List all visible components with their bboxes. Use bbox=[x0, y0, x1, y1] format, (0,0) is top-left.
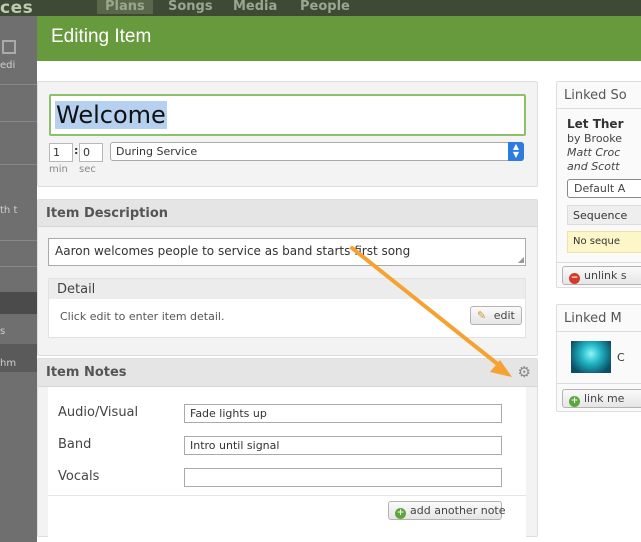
background-fragment: s bbox=[0, 326, 6, 337]
plus-icon: + bbox=[395, 508, 406, 519]
item-description-title: Item Description bbox=[46, 206, 169, 221]
edit-detail-label: edit bbox=[493, 309, 515, 322]
background-divider bbox=[0, 266, 37, 267]
linked-media-footer-divider bbox=[557, 383, 641, 384]
note-label-band: Band bbox=[58, 437, 92, 452]
modal-title: Editing Item bbox=[51, 26, 152, 47]
item-notes-title: Item Notes bbox=[46, 365, 127, 380]
select-arrows-icon: ▲ ▼ bbox=[508, 142, 524, 161]
detail-header: Detail bbox=[49, 279, 525, 299]
background-sidebar: edi th t s hm bbox=[0, 16, 37, 542]
detail-title: Detail bbox=[57, 282, 96, 297]
item-description-textarea[interactable]: Aaron welcomes people to service as band… bbox=[48, 238, 526, 266]
background-fragment: hm bbox=[0, 358, 17, 369]
pencil-icon: ✎ bbox=[477, 309, 487, 322]
length-seconds-input[interactable]: 0 bbox=[79, 143, 103, 162]
arrangement-select[interactable]: Default A bbox=[567, 179, 641, 198]
item-title-input[interactable]: Welcome bbox=[49, 94, 526, 136]
nav-plans[interactable]: Plans bbox=[97, 0, 153, 14]
resize-grip-icon[interactable]: ◢ bbox=[518, 255, 524, 264]
editing-item-modal: Editing Item Welcome 1 : 0 min sec Durin… bbox=[37, 16, 641, 542]
detail-box: Detail Click edit to enter item detail. … bbox=[48, 278, 526, 338]
gear-icon[interactable]: ⚙ bbox=[518, 363, 531, 381]
add-another-note-button[interactable]: + add another note bbox=[388, 501, 506, 520]
sequence-warning: No seque bbox=[567, 231, 641, 253]
link-media-button[interactable]: + link me bbox=[562, 389, 641, 408]
media-thumbnail[interactable] bbox=[571, 341, 611, 373]
nav-songs[interactable]: Songs bbox=[168, 0, 213, 14]
minutes-label: min bbox=[49, 164, 68, 175]
nav-people[interactable]: People bbox=[300, 0, 350, 14]
timing-select[interactable]: During Service ▲ ▼ bbox=[110, 142, 524, 161]
linked-song-panel: Linked So Let Ther by Brooke Matt Croc a… bbox=[556, 81, 641, 288]
item-description-text: Aaron welcomes people to service as band… bbox=[55, 244, 411, 258]
background-divider bbox=[0, 121, 37, 122]
item-notes-panel: Item Notes ⚙ Audio/Visual Fade lights up… bbox=[37, 358, 538, 537]
note-label-audio-visual: Audio/Visual bbox=[58, 405, 139, 420]
item-title-panel: Welcome 1 : 0 min sec During Service ▲ ▼ bbox=[37, 81, 538, 187]
background-fragment: edi bbox=[0, 60, 16, 71]
linked-song-divider bbox=[557, 108, 641, 109]
item-description-header: Item Description bbox=[38, 200, 537, 227]
linked-song-footer-divider bbox=[557, 262, 641, 263]
minus-icon: − bbox=[569, 273, 580, 284]
link-media-label: link me bbox=[584, 392, 625, 405]
linked-media-panel: Linked M C + link me bbox=[556, 304, 641, 412]
background-dark-band bbox=[0, 292, 37, 314]
linked-song-title: Linked So bbox=[564, 88, 627, 103]
song-authors-line: and Scott bbox=[567, 160, 620, 173]
notes-divider bbox=[48, 495, 526, 496]
linked-media-title: Linked M bbox=[564, 311, 622, 326]
item-title-text: Welcome bbox=[55, 101, 167, 129]
edit-detail-button[interactable]: ✎ edit bbox=[470, 306, 522, 325]
background-fragment: th t bbox=[0, 205, 18, 216]
seconds-label: sec bbox=[79, 164, 96, 175]
background-divider bbox=[0, 240, 37, 241]
timing-select-value: During Service bbox=[116, 145, 198, 158]
length-minutes-input[interactable]: 1 bbox=[49, 143, 73, 162]
nav-media[interactable]: Media bbox=[233, 0, 277, 14]
background-topbar: ces Plans Songs Media People bbox=[0, 0, 641, 18]
sequence-label: Sequence bbox=[567, 205, 641, 225]
note-input-audio-visual[interactable]: Fade lights up bbox=[184, 404, 502, 423]
note-input-band[interactable]: Intro until signal bbox=[184, 436, 502, 455]
modal-header: Editing Item bbox=[37, 16, 641, 61]
song-by-line: by Brooke bbox=[567, 132, 623, 145]
notes-body: Audio/Visual Fade lights up Band Intro u… bbox=[48, 387, 526, 537]
unlink-song-label: unlink s bbox=[584, 269, 627, 282]
item-description-panel: Item Description Aaron welcomes people t… bbox=[37, 199, 538, 356]
song-title: Let Ther bbox=[567, 117, 624, 131]
add-another-note-label: add another note bbox=[410, 504, 506, 517]
background-divider bbox=[0, 84, 37, 85]
note-label-vocals: Vocals bbox=[58, 469, 100, 484]
media-title-fragment[interactable]: C bbox=[617, 351, 625, 364]
unlink-song-button[interactable]: − unlink s bbox=[562, 266, 641, 285]
background-divider bbox=[0, 164, 37, 165]
background-grid-icon bbox=[2, 40, 16, 54]
song-authors-line: Matt Croc bbox=[567, 146, 621, 159]
detail-placeholder: Click edit to enter item detail. bbox=[60, 310, 225, 323]
linked-media-divider bbox=[557, 331, 641, 332]
note-input-vocals[interactable] bbox=[184, 468, 502, 487]
plus-icon: + bbox=[569, 396, 580, 407]
item-notes-header: Item Notes ⚙ bbox=[38, 359, 537, 387]
time-separator: : bbox=[74, 144, 79, 157]
